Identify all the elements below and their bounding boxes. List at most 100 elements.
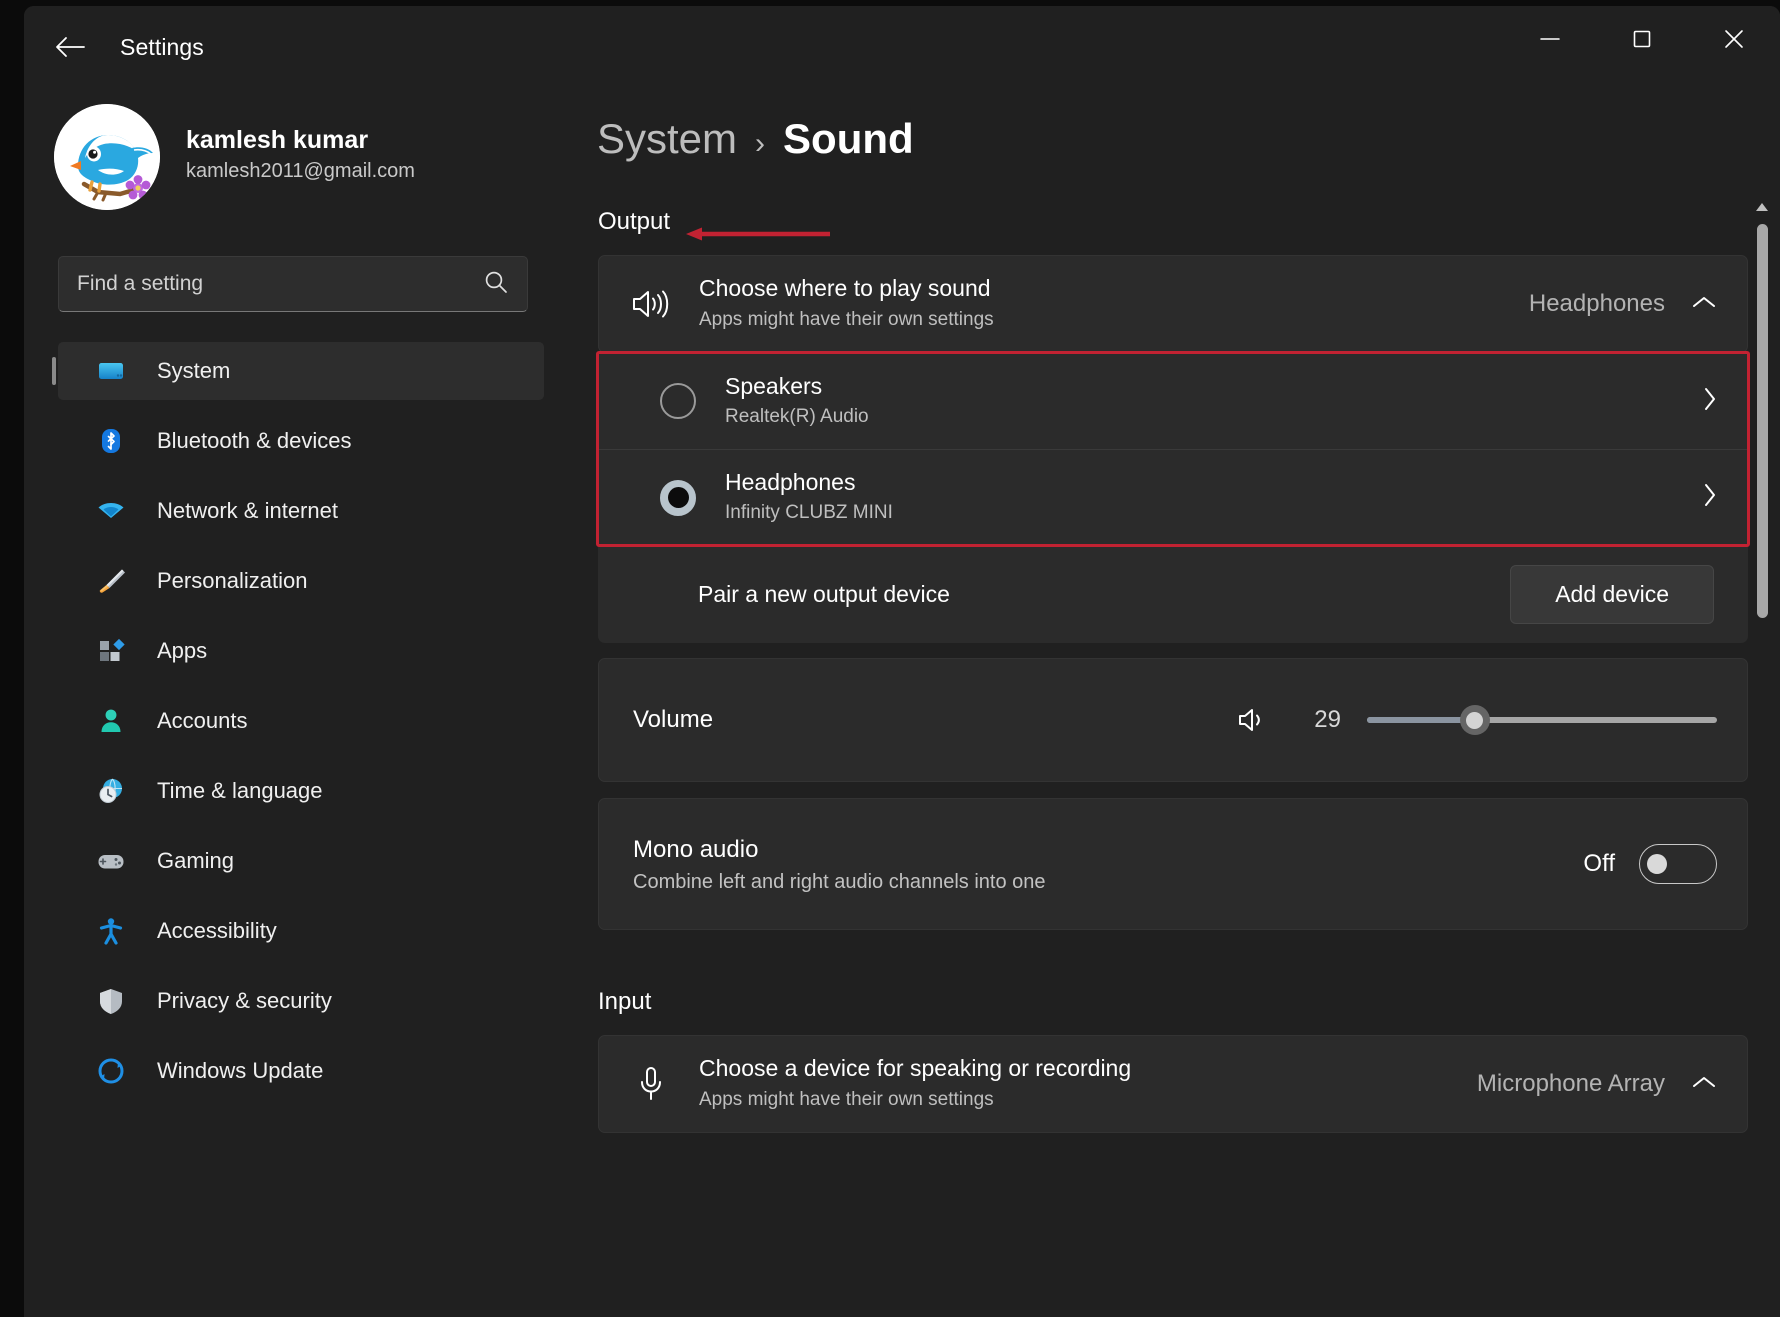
search-icon[interactable] <box>483 269 509 300</box>
choose-input-row[interactable]: Choose a device for speaking or recordin… <box>599 1036 1747 1132</box>
mono-audio-title: Mono audio <box>633 835 759 863</box>
sidebar-item-privacy-security[interactable]: Privacy & security <box>58 972 544 1030</box>
sidebar-item-network-internet[interactable]: Network & internet <box>58 482 544 540</box>
breadcrumb-root[interactable]: System <box>597 115 737 163</box>
speaker-icon <box>629 287 673 321</box>
sidebar-item-apps[interactable]: Apps <box>58 622 544 680</box>
chevron-right-icon[interactable] <box>1702 481 1718 514</box>
output-device-name: Speakers <box>725 372 823 399</box>
radio-speakers[interactable] <box>660 383 696 419</box>
breadcrumb-separator: › <box>755 127 766 160</box>
volume-icon[interactable] <box>1237 705 1269 735</box>
content-scrollbar[interactable] <box>1753 196 1771 1176</box>
sidebar-item-label: Gaming <box>157 848 235 873</box>
choose-input-subtitle: Apps might have their own settings <box>699 1089 994 1111</box>
output-section-label: Output <box>598 208 671 235</box>
sidebar-item-system[interactable]: System <box>58 342 544 400</box>
volume-value: 29 <box>1314 706 1341 733</box>
bird-avatar-icon <box>54 104 160 210</box>
volume-slider-thumb[interactable] <box>1459 705 1490 735</box>
sidebar-item-label: Accessibility <box>157 918 277 943</box>
choose-output-text: Choose where to play sound Apps might ha… <box>699 273 994 335</box>
account-email: kamlesh2011@gmail.com <box>186 159 415 182</box>
maximize-button[interactable] <box>1596 6 1688 72</box>
back-button[interactable] <box>42 19 98 75</box>
volume-card: Volume 29 <box>598 658 1748 782</box>
pair-device-label: Pair a new output device <box>698 580 950 607</box>
add-device-button[interactable]: Add device <box>1510 564 1714 624</box>
close-button[interactable] <box>1688 6 1780 72</box>
sidebar-item-label: Time & language <box>157 778 323 803</box>
output-device-sub: Infinity CLUBZ MINI <box>725 502 893 524</box>
sidebar-item-label: Windows Update <box>157 1058 324 1083</box>
choose-output-right: Headphones <box>1529 290 1717 318</box>
volume-label: Volume <box>633 706 714 733</box>
output-device-speakers[interactable]: Speakers Realtek(R) Audio <box>598 353 1748 449</box>
choose-output-row[interactable]: Choose where to play sound Apps might ha… <box>599 256 1747 352</box>
chevron-right-icon[interactable] <box>1702 385 1718 418</box>
account-block[interactable]: kamlesh kumar kamlesh2011@gmail.com <box>24 88 574 212</box>
paintbrush-icon <box>95 565 127 597</box>
sidebar-item-bluetooth-devices[interactable]: Bluetooth & devices <box>58 412 544 470</box>
back-arrow-icon <box>55 36 85 58</box>
sidebar-item-label: Privacy & security <box>157 988 332 1013</box>
choose-output-value: Headphones <box>1528 290 1665 317</box>
sidebar-item-gaming[interactable]: Gaming <box>58 832 544 890</box>
search-input[interactable] <box>77 272 483 296</box>
scrollbar-thumb[interactable] <box>1757 224 1768 618</box>
sidebar-item-accessibility[interactable]: Accessibility <box>58 902 544 960</box>
choose-input-card[interactable]: Choose a device for speaking or recordin… <box>598 1035 1748 1133</box>
shield-icon <box>95 985 127 1017</box>
page-title: Sound <box>783 115 914 162</box>
chevron-up-icon[interactable] <box>1691 294 1717 315</box>
sidebar-item-windows-update[interactable]: Windows Update <box>58 1042 544 1100</box>
window-controls <box>1504 6 1780 88</box>
sidebar-item-label: Accounts <box>157 708 248 733</box>
search-box[interactable] <box>58 256 528 312</box>
mono-audio-card: Mono audio Combine left and right audio … <box>598 798 1748 930</box>
mono-audio-row: Mono audio Combine left and right audio … <box>599 799 1747 929</box>
output-section-heading: Output <box>598 208 830 241</box>
choose-output-card[interactable]: Choose where to play sound Apps might ha… <box>598 255 1748 353</box>
volume-slider-fill <box>1367 717 1475 723</box>
sidebar-item-label: Bluetooth & devices <box>157 428 352 453</box>
wifi-icon <box>95 495 127 527</box>
chevron-up-icon[interactable] <box>1691 1074 1717 1095</box>
output-device-sub: Realtek(R) Audio <box>725 405 869 427</box>
volume-row: Volume 29 <box>599 659 1747 781</box>
app-title: Settings <box>120 33 204 60</box>
mono-audio-right: Off <box>1583 844 1717 884</box>
gamepad-icon <box>95 845 127 877</box>
output-device-list: Speakers Realtek(R) Audio Headphones Inf… <box>596 351 1750 547</box>
accessibility-icon <box>95 915 127 947</box>
annotation-arrow-icon <box>686 221 832 241</box>
volume-slider[interactable] <box>1367 705 1717 735</box>
output-device-text: Headphones Infinity CLUBZ MINI <box>725 467 893 528</box>
choose-input-value: Microphone Array <box>1476 1070 1665 1097</box>
choose-input-right: Microphone Array <box>1477 1070 1717 1098</box>
mono-audio-subtitle: Combine left and right audio channels in… <box>633 871 1046 894</box>
minimize-button[interactable] <box>1504 6 1596 72</box>
sidebar-item-time-language[interactable]: Time & language <box>58 762 544 820</box>
sidebar-item-label: System <box>157 358 231 383</box>
sidebar-nav: System Bluetooth & devices Network & int… <box>24 342 574 1100</box>
main-content: System › Sound Output Choose where to pl… <box>574 88 1780 1317</box>
choose-input-title: Choose a device for speaking or recordin… <box>699 1055 1132 1082</box>
settings-window: Settings kamlesh kumar kamlesh2011@gmail… <box>24 6 1780 1317</box>
sidebar-item-personalization[interactable]: Personalization <box>58 552 544 610</box>
minimize-icon <box>1539 32 1561 46</box>
radio-headphones[interactable] <box>660 479 696 516</box>
output-device-headphones[interactable]: Headphones Infinity CLUBZ MINI <box>598 449 1748 545</box>
toggle-knob <box>1647 854 1667 874</box>
update-icon <box>95 1055 127 1087</box>
monitor-icon <box>95 355 127 387</box>
apps-icon <box>95 635 127 667</box>
mono-audio-toggle[interactable] <box>1639 844 1717 884</box>
sidebar-item-accounts[interactable]: Accounts <box>58 692 544 750</box>
scroll-up-arrow-icon[interactable] <box>1753 196 1771 218</box>
choose-output-subtitle: Apps might have their own settings <box>699 309 994 331</box>
account-name: kamlesh kumar <box>186 125 369 154</box>
breadcrumb: System › Sound <box>597 115 1780 163</box>
microphone-icon <box>629 1065 673 1103</box>
clock-globe-icon <box>95 775 127 807</box>
